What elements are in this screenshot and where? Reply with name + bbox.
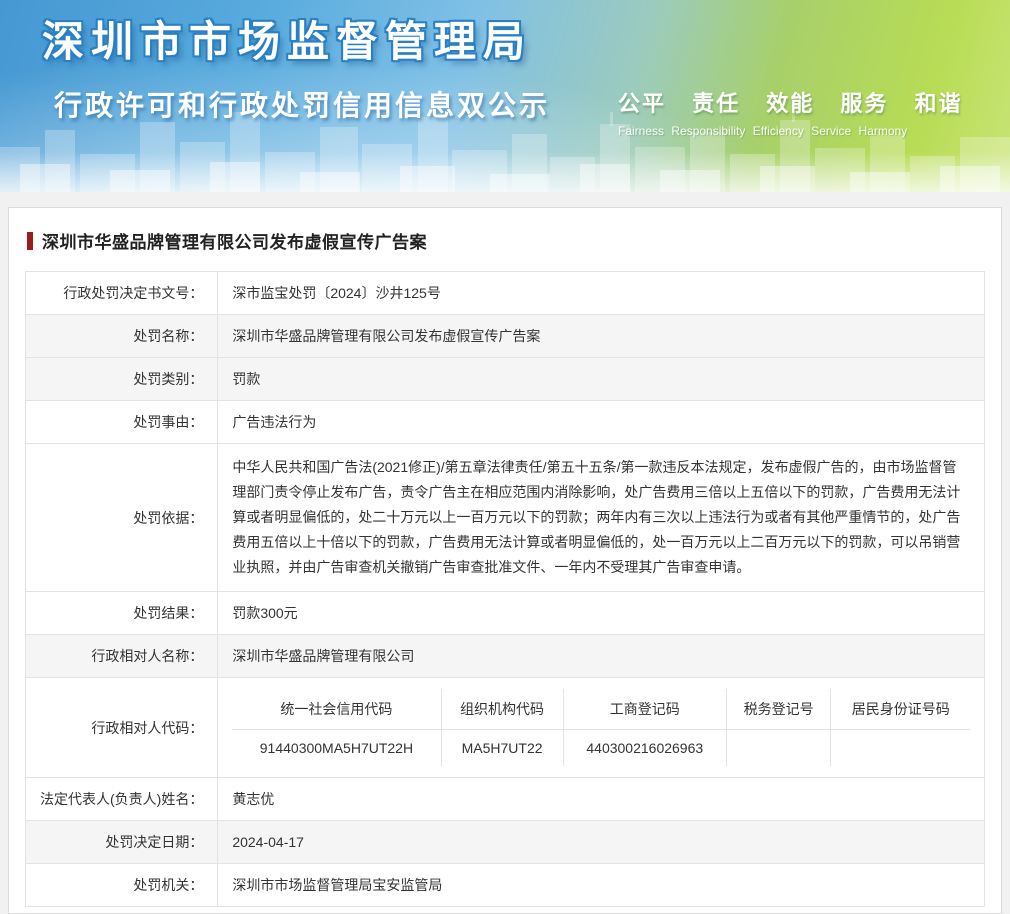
row-penalty-reason: 处罚事由： 广告违法行为	[24, 400, 985, 444]
slogan-chinese: 公平 责任 效能 服务 和谐	[618, 91, 963, 116]
row-value: 罚款300元	[217, 591, 985, 635]
slogan-block: 公平 责任 效能 服务 和谐 Fairness Responsibility E…	[618, 86, 993, 138]
row-penalty-name: 处罚名称： 深圳市华盛品牌管理有限公司发布虚假宣传广告案	[24, 314, 985, 358]
row-party-codes: 行政相对人代码： 统一社会信用代码 组织机构代码 工商登记码 税务登记号 居民身…	[24, 677, 985, 778]
row-penalty-category: 处罚类别： 罚款	[24, 357, 985, 401]
row-label: 处罚依据：	[24, 443, 219, 592]
row-value: 黄志优	[217, 777, 985, 821]
codes-header-row: 统一社会信用代码 组织机构代码 工商登记码 税务登记号 居民身份证号码	[232, 689, 970, 730]
row-value: 2024-04-17	[217, 820, 985, 864]
party-codes-cell: 统一社会信用代码 组织机构代码 工商登记码 税务登记号 居民身份证号码 9144…	[217, 677, 985, 778]
row-value: 深圳市华盛品牌管理有限公司	[217, 634, 985, 678]
row-penalty-authority: 处罚机关： 深圳市市场监督管理局宝安监管局	[24, 863, 985, 907]
agency-title: 深圳市市场监督管理局	[42, 18, 533, 65]
codes-value-row: 91440300MA5H7UT22H MA5H7UT22 44030021602…	[232, 729, 970, 766]
row-value: 深圳市市场监督管理局宝安监管局	[217, 863, 985, 907]
row-decision-date: 处罚决定日期： 2024-04-17	[24, 820, 985, 864]
party-codes-table: 统一社会信用代码 组织机构代码 工商登记码 税务登记号 居民身份证号码 9144…	[232, 689, 970, 766]
row-value: 中华人民共和国广告法(2021修正)/第五章法律责任/第五十五条/第一款违反本法…	[217, 443, 985, 592]
row-label: 处罚名称：	[24, 314, 219, 358]
codes-value-uscc: 91440300MA5H7UT22H	[232, 729, 442, 766]
page-title-row: 深圳市华盛品牌管理有限公司发布虚假宣传广告案	[27, 228, 985, 253]
banner-subtitle: 行政许可和行政处罚信用信息双公示	[54, 90, 551, 121]
codes-header-biz: 工商登记码	[562, 689, 727, 730]
codes-value-biz: 440300216026963	[562, 729, 727, 766]
row-value: 广告违法行为	[217, 400, 985, 444]
codes-value-id	[830, 729, 970, 766]
penalty-info-table: 行政处罚决定书文号： 深市监宝处罚〔2024〕沙井125号 处罚名称： 深圳市华…	[24, 271, 985, 907]
slogan-english: Fairness Responsibility Efficiency Servi…	[618, 124, 908, 138]
codes-header-uscc: 统一社会信用代码	[232, 689, 442, 730]
row-label: 处罚决定日期：	[24, 820, 219, 864]
row-label: 处罚结果：	[24, 591, 219, 635]
codes-value-tax	[725, 729, 832, 766]
row-penalty-basis: 处罚依据： 中华人民共和国广告法(2021修正)/第五章法律责任/第五十五条/第…	[24, 443, 985, 592]
row-value: 罚款	[217, 357, 985, 401]
row-label: 行政处罚决定书文号：	[24, 271, 219, 315]
row-value: 深圳市华盛品牌管理有限公司发布虚假宣传广告案	[217, 314, 985, 358]
row-party-name: 行政相对人名称： 深圳市华盛品牌管理有限公司	[24, 634, 985, 678]
title-accent-bar	[27, 231, 33, 250]
row-label: 行政相对人代码：	[24, 677, 219, 778]
codes-value-org: MA5H7UT22	[440, 729, 564, 766]
case-title: 深圳市华盛品牌管理有限公司发布虚假宣传广告案	[42, 233, 427, 252]
row-label: 法定代表人(负责人)姓名：	[24, 777, 219, 821]
row-label: 处罚类别：	[24, 357, 219, 401]
codes-header-tax: 税务登记号	[725, 689, 832, 730]
row-legal-representative: 法定代表人(负责人)姓名： 黄志优	[24, 777, 985, 821]
content-panel: 深圳市华盛品牌管理有限公司发布虚假宣传广告案 行政处罚决定书文号： 深市监宝处罚…	[8, 207, 1002, 914]
codes-header-id: 居民身份证号码	[830, 689, 970, 730]
row-label: 处罚机关：	[24, 863, 219, 907]
row-label: 行政相对人名称：	[24, 634, 219, 678]
row-document-number: 行政处罚决定书文号： 深市监宝处罚〔2024〕沙井125号	[24, 271, 985, 315]
codes-header-org: 组织机构代码	[440, 689, 564, 730]
row-label: 处罚事由：	[24, 400, 219, 444]
row-penalty-result: 处罚结果： 罚款300元	[24, 591, 985, 635]
site-banner: 深圳市市场监督管理局 行政许可和行政处罚信用信息双公示 公平 责任 效能 服务 …	[0, 0, 1010, 192]
row-value: 深市监宝处罚〔2024〕沙井125号	[217, 271, 985, 315]
